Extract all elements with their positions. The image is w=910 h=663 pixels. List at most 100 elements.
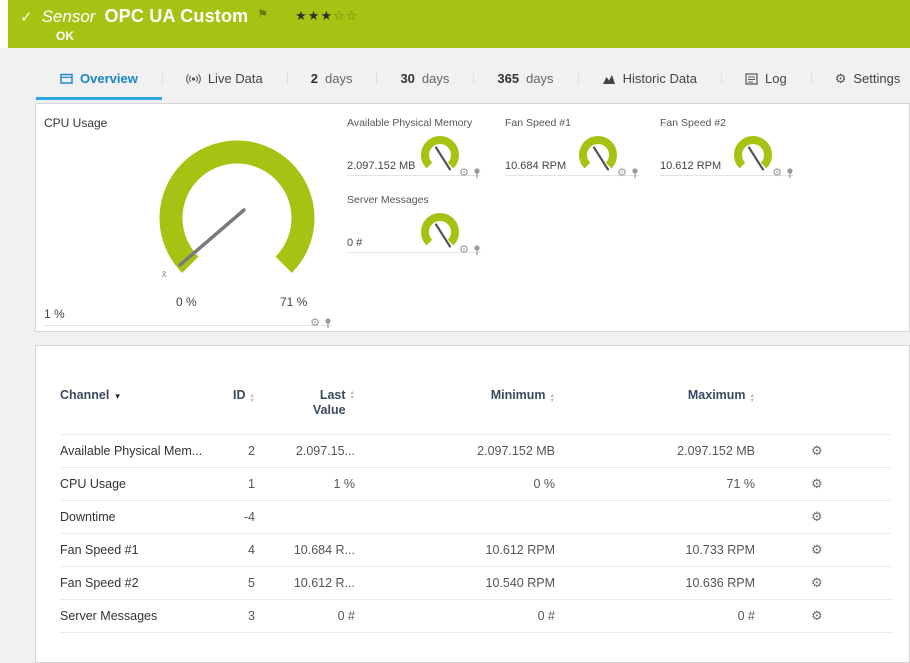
channel-name-cell: Fan Speed #2 <box>60 566 225 600</box>
gauge-settings-gear-icon[interactable]: ⚙ <box>459 245 469 256</box>
channel-maximum-cell: 10.636 RPM <box>555 566 755 600</box>
fan2-gauge-tile: Fan Speed #2 10.612 RPM ⚙ <box>660 117 794 179</box>
channel-id-cell: 4 <box>225 533 255 567</box>
tab-365-days-number: 365 <box>497 71 520 86</box>
channel-settings-gear-icon[interactable]: ⚙ <box>811 443 823 458</box>
channel-settings-gear-icon[interactable]: ⚙ <box>811 509 823 524</box>
channel-maximum-cell: 2.097.152 MB <box>555 434 755 468</box>
pin-icon[interactable] <box>631 168 639 179</box>
cpu-gauge-average-marker: x̄ <box>162 269 167 279</box>
cpu-usage-gauge-tile: CPU Usage x̄ 0 % 71 % 1 % ⚙ <box>44 116 332 329</box>
memory-gauge-tile: Available Physical Memory 2.097.152 MB ⚙ <box>347 117 481 179</box>
server-messages-gauge-tile: Server Messages 0 # ⚙ <box>347 194 481 256</box>
channel-settings-gear-icon[interactable]: ⚙ <box>811 476 823 491</box>
tab-log-label: Log <box>764 71 787 86</box>
channel-maximum-cell: 0 # <box>555 599 755 633</box>
channel-minimum-cell: 0 # <box>355 599 555 633</box>
id-header-label: ID <box>233 388 246 402</box>
channel-settings-gear-icon[interactable]: ⚙ <box>811 608 823 623</box>
tab-live-data[interactable]: Live Data <box>161 62 287 100</box>
gauges-panel: CPU Usage x̄ 0 % 71 % 1 % ⚙ Available Ph… <box>35 103 910 332</box>
channel-name-cell: Downtime <box>60 500 225 534</box>
channels-table: Channel ▾ ID ▲ ▼ Last Value ▲ ▼ Minimum ▲ ▼ Max… <box>60 384 891 633</box>
sort-icon[interactable]: ▲ ▼ <box>250 394 255 403</box>
channel-settings-gear-icon[interactable]: ⚙ <box>811 542 823 557</box>
fan2-gauge-title: Fan Speed #2 <box>660 117 726 129</box>
channel-last-value-cell: 0 # <box>255 599 355 633</box>
column-header-minimum[interactable]: Minimum ▲ ▼ <box>355 384 555 435</box>
channel-header-label: Channel <box>60 388 110 402</box>
column-header-last-value[interactable]: Last Value ▲ ▼ <box>255 384 355 435</box>
tab-bar: Overview Live Data 2 days 30 days 365 da… <box>8 48 910 100</box>
priority-flag-icon[interactable]: ⚑ <box>257 7 268 21</box>
channel-id-cell: 2 <box>225 434 255 468</box>
last-value-header-label: Last Value <box>312 388 346 417</box>
sort-icon[interactable]: ▲ ▼ <box>550 394 555 403</box>
chevron-down-icon[interactable]: ▾ <box>115 391 120 401</box>
memory-gauge-value: 2.097.152 MB <box>347 160 416 172</box>
gauge-settings-gear-icon[interactable]: ⚙ <box>617 168 627 179</box>
channel-last-value-cell: 1 % <box>255 467 355 501</box>
gear-icon: ⚙ <box>834 71 847 86</box>
tab-30-days[interactable]: 30 days <box>376 62 473 100</box>
tab-settings[interactable]: ⚙ Settings <box>810 62 910 100</box>
tab-historic-data[interactable]: Historic Data <box>577 62 721 100</box>
tab-365-days-unit: days <box>526 71 554 86</box>
pin-icon[interactable] <box>473 245 481 256</box>
pin-icon[interactable] <box>324 318 332 329</box>
channel-id-cell: -4 <box>225 500 255 534</box>
gauge-settings-gear-icon[interactable]: ⚙ <box>772 168 782 179</box>
gauge-settings-gear-icon[interactable]: ⚙ <box>310 318 320 329</box>
channel-maximum-cell <box>555 500 755 534</box>
channel-minimum-cell: 10.612 RPM <box>355 533 555 567</box>
fan2-gauge-value: 10.612 RPM <box>660 160 722 172</box>
log-list-icon <box>745 72 758 85</box>
channel-name-cell: CPU Usage <box>60 467 225 501</box>
cpu-gauge: x̄ <box>159 140 315 279</box>
channel-minimum-cell: 0 % <box>355 467 555 501</box>
pin-icon[interactable] <box>473 168 481 179</box>
column-header-channel[interactable]: Channel ▾ <box>60 384 225 435</box>
channel-maximum-cell: 10.733 RPM <box>555 533 755 567</box>
stars-filled[interactable]: ★★★ <box>295 8 333 23</box>
table-row: Available Physical Mem... 2 2.097.15... … <box>60 434 891 468</box>
channel-last-value-cell: 10.684 R... <box>255 533 355 567</box>
gauge-settings-gear-icon[interactable]: ⚙ <box>459 168 469 179</box>
column-header-id[interactable]: ID ▲ ▼ <box>225 384 255 435</box>
column-header-maximum[interactable]: Maximum ▲ ▼ <box>555 384 755 435</box>
memory-gauge-title: Available Physical Memory <box>347 117 473 129</box>
channel-last-value-cell <box>255 500 355 534</box>
table-row: Fan Speed #1 4 10.684 R... 10.612 RPM 10… <box>60 533 891 567</box>
channel-settings-gear-icon[interactable]: ⚙ <box>811 575 823 590</box>
table-row: Fan Speed #2 5 10.612 R... 10.540 RPM 10… <box>60 566 891 600</box>
tab-log[interactable]: Log <box>720 62 811 100</box>
priority-stars[interactable]: ★★★☆☆ <box>295 8 358 24</box>
object-kind-label: Sensor <box>41 6 96 26</box>
channel-minimum-cell <box>355 500 555 534</box>
table-header-row: Channel ▾ ID ▲ ▼ Last Value ▲ ▼ Minimum ▲ ▼ Max… <box>60 384 891 435</box>
sort-icon[interactable]: ▲ ▼ <box>750 394 755 403</box>
tab-2-days-unit: days <box>324 71 353 86</box>
channel-maximum-cell: 71 % <box>555 467 755 501</box>
minimum-header-label: Minimum <box>490 388 546 402</box>
tab-365-days[interactable]: 365 days <box>473 62 577 100</box>
sensor-header-green-bar: ✓ Sensor OPC UA Custom ⚑ ★★★☆☆ OK <box>8 0 910 48</box>
tab-historic-data-label: Historic Data <box>622 71 697 86</box>
server-messages-gauge-title: Server Messages <box>347 194 429 206</box>
fan1-gauge-title: Fan Speed #1 <box>505 117 571 129</box>
tab-overview[interactable]: Overview <box>36 62 162 100</box>
stars-empty[interactable]: ☆☆ <box>333 8 358 23</box>
sensor-title: OPC UA Custom <box>104 6 249 26</box>
sort-icon[interactable]: ▲ ▼ <box>350 391 355 400</box>
channel-last-value-cell: 10.612 R... <box>255 566 355 600</box>
pin-icon[interactable] <box>786 168 794 179</box>
tab-live-data-label: Live Data <box>207 71 263 86</box>
channel-id-cell: 1 <box>225 467 255 501</box>
channels-panel: Channel ▾ ID ▲ ▼ Last Value ▲ ▼ Minimum ▲ ▼ Max… <box>35 345 910 663</box>
table-row: Server Messages 3 0 # 0 # 0 # ⚙ <box>60 599 891 633</box>
server-messages-gauge <box>421 213 459 248</box>
status-check-icon: ✓ <box>20 8 33 26</box>
fan1-gauge-value: 10.684 RPM <box>505 160 567 172</box>
table-row: Downtime -4 ⚙ <box>60 500 891 534</box>
tab-2-days[interactable]: 2 days <box>286 62 377 100</box>
